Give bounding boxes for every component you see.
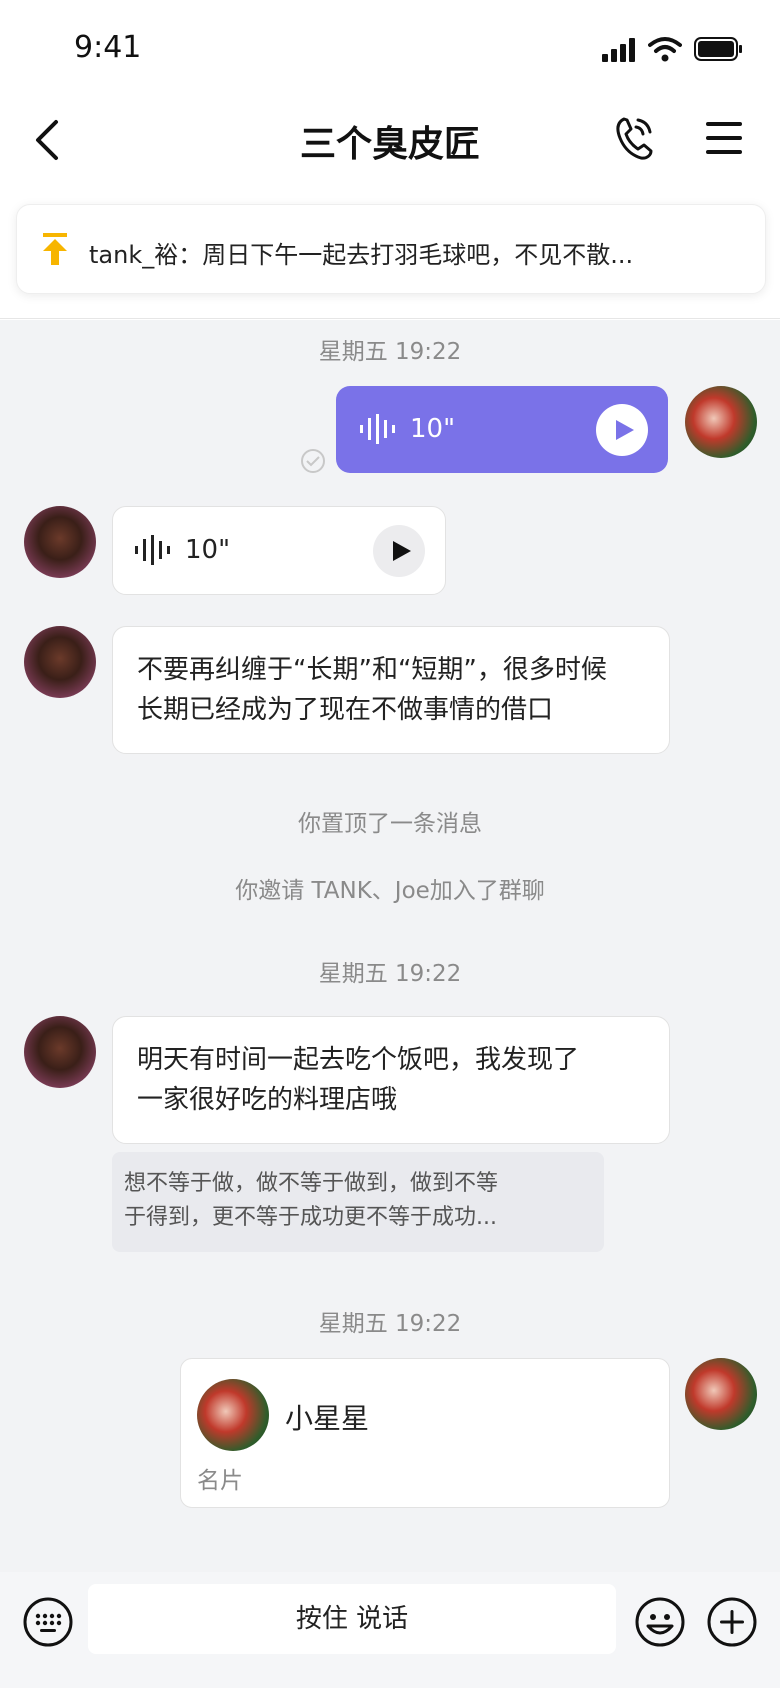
voice-duration: 10" — [410, 414, 456, 444]
play-icon — [393, 541, 411, 561]
quote-line: 于得到，更不等于成功更不等于成功... — [124, 1205, 497, 1230]
card-avatar — [197, 1379, 269, 1451]
read-check-icon — [301, 449, 325, 473]
signal-icon — [602, 38, 635, 62]
wifi-icon — [648, 37, 682, 62]
message-line: 一家很好吃的料理店哦 — [137, 1085, 398, 1115]
system-notice: 你邀请 TANK、Joe加入了群聊 — [235, 878, 545, 904]
message-line: 明天有时间一起去吃个饭吧，我发现了 — [137, 1045, 580, 1075]
phone-icon[interactable] — [614, 116, 654, 160]
waveform-icon — [360, 414, 395, 444]
pinned-message[interactable]: tank_裕：周日下午一起去打羽毛球吧，不见不散... — [16, 204, 766, 294]
quoted-message[interactable]: 想不等于做，做不等于做到，做到不等 于得到，更不等于成功更不等于成功... — [112, 1152, 604, 1252]
play-icon — [616, 420, 634, 440]
timestamp: 星期五 19:22 — [318, 961, 462, 987]
pin-arrow-icon — [43, 233, 67, 265]
divider — [0, 318, 780, 319]
card-label: 名片 — [197, 1468, 243, 1494]
plus-icon[interactable] — [706, 1596, 758, 1648]
emoji-icon[interactable] — [634, 1596, 686, 1648]
page-title: 三个臭皮匠 — [299, 124, 480, 165]
status-time: 9:41 — [74, 30, 142, 65]
keyboard-icon[interactable] — [22, 1596, 74, 1648]
voice-bubble-other[interactable]: 10" — [112, 506, 446, 595]
message-line: 不要再纠缠于“长期”和“短期”，很多时候 — [137, 655, 607, 685]
avatar-other[interactable] — [24, 626, 96, 698]
voice-bubble-me[interactable]: 10" — [336, 386, 668, 473]
voice-duration: 10" — [185, 535, 231, 565]
battery-icon — [694, 37, 742, 61]
text-bubble[interactable]: 明天有时间一起去吃个饭吧，我发现了 一家很好吃的料理店哦 — [112, 1016, 670, 1144]
message-line: 长期已经成为了现在不做事情的借口 — [137, 695, 554, 725]
text-bubble[interactable]: 不要再纠缠于“长期”和“短期”，很多时候 长期已经成为了现在不做事情的借口 — [112, 626, 670, 754]
timestamp: 星期五 19:22 — [318, 339, 462, 365]
system-notice: 你置顶了一条消息 — [298, 811, 482, 837]
play-button[interactable] — [373, 525, 425, 577]
card-name: 小星星 — [285, 1402, 370, 1435]
timestamp: 星期五 19:22 — [318, 1311, 462, 1337]
contact-card[interactable]: 小星星 名片 — [180, 1358, 670, 1508]
quote-line: 想不等于做，做不等于做到，做到不等 — [124, 1171, 499, 1196]
pinned-text: tank_裕：周日下午一起去打羽毛球吧，不见不散... — [89, 241, 634, 269]
waveform-icon — [135, 535, 170, 565]
hold-to-talk-button[interactable]: 按住 说话 — [88, 1584, 616, 1654]
avatar-me[interactable] — [685, 386, 757, 458]
menu-icon[interactable] — [706, 122, 742, 154]
avatar-me[interactable] — [685, 1358, 757, 1430]
play-button[interactable] — [596, 404, 648, 456]
avatar-other[interactable] — [24, 1016, 96, 1088]
avatar-other[interactable] — [24, 506, 96, 578]
